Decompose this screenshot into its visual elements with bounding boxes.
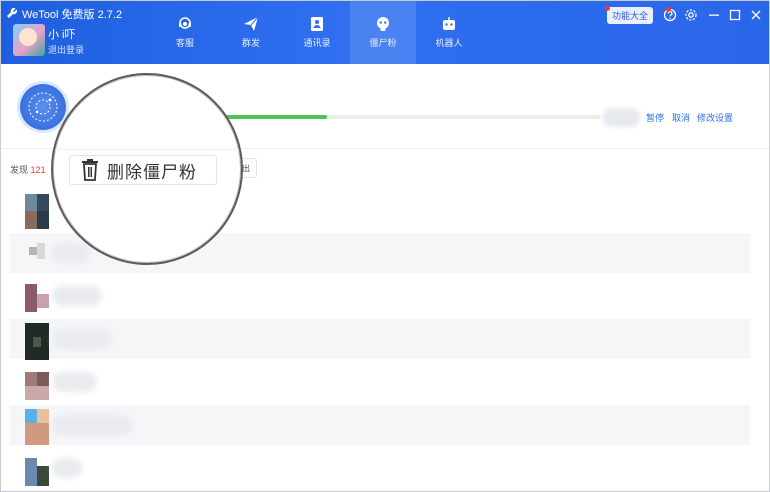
nav-item-customer-service[interactable]: 客服 — [152, 0, 218, 64]
close-icon[interactable] — [749, 8, 763, 22]
zombie-icon — [377, 16, 389, 31]
contact-name-blurred — [52, 286, 102, 306]
found-number: 121 — [30, 165, 46, 175]
user-name: 小 i吓 — [48, 29, 76, 41]
delete-zombie-fans-button[interactable]: 删除僵尸粉 — [69, 155, 217, 185]
notification-dot — [666, 7, 671, 12]
list-item[interactable] — [10, 405, 750, 445]
contact-name-blurred — [52, 415, 132, 435]
contact-avatar — [25, 409, 49, 445]
trash-icon — [82, 159, 98, 181]
nav-label: 通讯录 — [303, 37, 331, 48]
nav-label: 机器人 — [435, 37, 463, 48]
progress-status-blurred — [603, 108, 640, 127]
contact-avatar — [25, 194, 49, 229]
found-count: 发现 121 — [10, 163, 46, 176]
list-item[interactable] — [10, 319, 750, 360]
magnifier-callout: 删除僵尸粉 — [51, 73, 243, 265]
contact-avatar — [25, 237, 49, 272]
title-bar: WeTool 免费版 2.7.2 小 i吓 退出登录 客服 群发 通讯录 僵尸粉 — [0, 0, 770, 64]
cancel-link[interactable]: 取消 — [672, 111, 690, 124]
contact-avatar — [25, 366, 49, 401]
contact-avatar — [25, 452, 49, 487]
contact-name-blurred — [52, 372, 97, 392]
nav-item-robot[interactable]: 机器人 — [416, 0, 482, 64]
minimize-icon[interactable] — [707, 8, 721, 22]
nav-item-zombie-fans[interactable]: 僵尸粉 — [350, 0, 416, 64]
wrench-icon — [7, 8, 17, 18]
pause-link[interactable]: 暂停 — [646, 111, 664, 124]
maximize-icon[interactable] — [728, 8, 742, 22]
contact-name-blurred — [52, 243, 90, 263]
list-item[interactable] — [10, 448, 750, 488]
gear-icon[interactable] — [684, 8, 698, 22]
scan-radar-icon — [20, 84, 66, 130]
contacts-icon — [311, 16, 323, 31]
contact-avatar — [25, 280, 49, 315]
customer-service-icon — [179, 16, 191, 29]
wetool-window: WeTool 免费版 2.7.2 小 i吓 退出登录 客服 群发 通讯录 僵尸粉 — [0, 0, 770, 492]
nav-label: 客服 — [175, 37, 194, 48]
scan-progress-bar — [225, 115, 601, 119]
contact-name-blurred — [52, 329, 112, 349]
list-item[interactable] — [10, 362, 750, 402]
send-icon — [244, 16, 259, 31]
settings-link[interactable]: 修改设置 — [697, 111, 733, 124]
notification-dot — [605, 6, 610, 11]
nav-item-broadcast[interactable]: 群发 — [218, 0, 284, 64]
robot-icon — [443, 16, 455, 30]
app-brand: WeTool 免费版 2.7.2 — [6, 6, 122, 22]
main-nav: 客服 群发 通讯录 僵尸粉 机器人 — [152, 0, 482, 64]
avatar[interactable] — [13, 24, 45, 56]
delete-zombie-fans-label: 删除僵尸粉 — [107, 162, 197, 182]
scan-progress-fill — [225, 115, 327, 119]
list-item[interactable] — [10, 276, 750, 316]
nav-label: 群发 — [241, 37, 260, 48]
found-prefix: 发现 — [10, 165, 31, 175]
contact-avatar — [25, 323, 49, 360]
logout-link[interactable]: 退出登录 — [48, 43, 84, 56]
contact-name-blurred — [52, 458, 82, 478]
function-list-button[interactable]: 功能大全 — [607, 7, 653, 24]
app-title: WeTool 免费版 2.7.2 — [22, 9, 123, 21]
nav-item-contacts[interactable]: 通讯录 — [284, 0, 350, 64]
nav-label: 僵尸粉 — [369, 37, 397, 48]
